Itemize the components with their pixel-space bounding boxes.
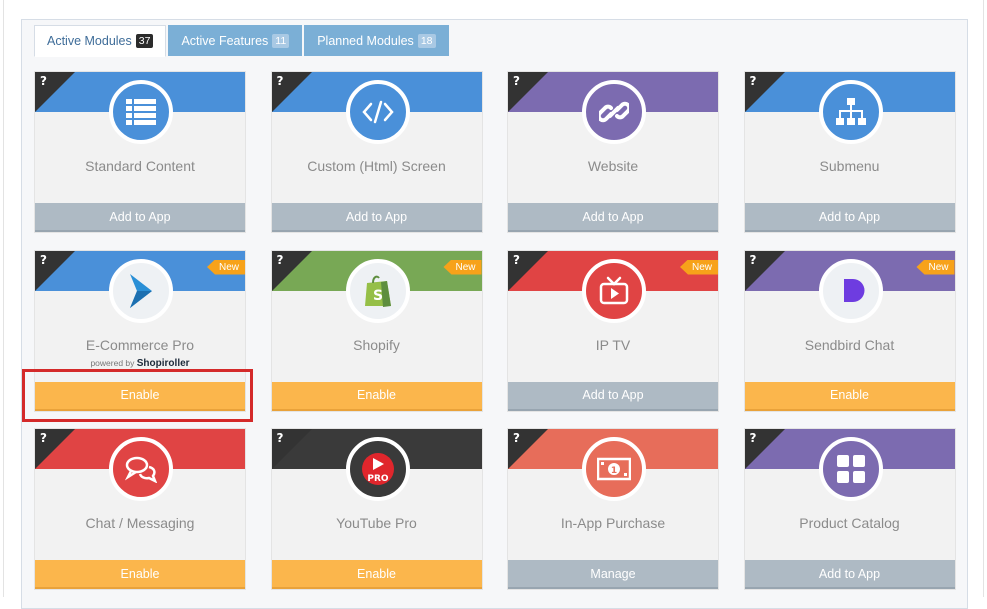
module-title: Custom (Html) Screen: [307, 158, 446, 174]
link-icon: [599, 97, 629, 127]
highlight-box: [22, 369, 253, 422]
help-icon[interactable]: ?: [277, 74, 284, 88]
standard-content-action-button[interactable]: Add to App: [35, 203, 245, 232]
module-icon-circle: PRO: [345, 437, 410, 501]
module-tabs: Active Modules 37 Active Features 11 Pla…: [34, 25, 449, 57]
module-card: ? Submenu Add to App: [743, 71, 956, 233]
module-title: Website: [587, 158, 639, 174]
shopify-action-button[interactable]: Enable: [271, 381, 482, 411]
module-title: YouTube Pro: [336, 515, 417, 531]
svg-text:PRO: PRO: [367, 474, 389, 484]
tab-label: Active Features: [181, 34, 269, 48]
module-card: ? Standard Content Add to App: [34, 71, 246, 233]
in-app-purchase-action-button[interactable]: Manage: [508, 560, 718, 589]
tab-count-badge: 11: [272, 34, 290, 48]
help-icon[interactable]: ?: [513, 74, 520, 88]
module-card: ? PRO YouTube Pro Enable: [270, 428, 483, 590]
code-icon: [361, 100, 394, 124]
list-icon: [126, 99, 156, 125]
module-card: ? Website Add to App: [507, 71, 719, 233]
new-badge: New: [443, 259, 482, 275]
new-badge: New: [206, 259, 245, 275]
grid-icon: [836, 454, 866, 484]
module-card: ? Product Catalog Add to App: [743, 428, 956, 590]
module-title: Shopify: [353, 336, 400, 353]
module-icon-circle: [109, 80, 173, 144]
module-icon-circle: [345, 80, 410, 144]
module-title: In-App Purchase: [560, 515, 666, 531]
module-card: ? New S Shopify Enable: [270, 249, 483, 412]
youtube-pro-action-button[interactable]: Enable: [271, 560, 482, 589]
svg-text:1: 1: [611, 466, 617, 476]
module-icon-circle: [818, 80, 883, 144]
help-icon[interactable]: ?: [750, 74, 757, 88]
module-icon-circle: [818, 258, 883, 323]
powered-by-brand: Shopiroller: [136, 357, 190, 369]
sendbird-chat-action-button[interactable]: Enable: [744, 381, 955, 411]
help-icon[interactable]: ?: [40, 431, 47, 445]
product-catalog-action-button[interactable]: Add to App: [744, 560, 955, 589]
module-card: ? New Sendbird Chat Enable: [743, 249, 956, 412]
module-icon-circle: 1: [582, 437, 646, 501]
tab-active-features[interactable]: Active Features 11: [168, 25, 303, 56]
tab-count-badge: 18: [417, 34, 436, 48]
module-title: Submenu: [819, 158, 880, 174]
help-icon[interactable]: ?: [513, 253, 520, 267]
powered-by: powered by Shopiroller: [35, 358, 245, 369]
module-title: E-Commerce Pro: [85, 336, 195, 353]
website-action-button[interactable]: Add to App: [508, 203, 718, 232]
shopiroller-logo-icon: [128, 273, 154, 308]
module-title: Sendbird Chat: [804, 336, 895, 353]
help-icon[interactable]: ?: [750, 253, 757, 267]
new-badge: New: [679, 259, 718, 275]
help-icon[interactable]: ?: [513, 431, 520, 445]
sitemap-icon: [835, 98, 867, 126]
ip-tv-action-button[interactable]: Add to App: [508, 381, 718, 411]
module-title: IP TV: [595, 336, 631, 353]
help-icon[interactable]: ?: [277, 431, 284, 445]
tab-active-modules[interactable]: Active Modules 37: [34, 25, 167, 57]
module-icon-circle: [582, 80, 646, 144]
powered-by-prefix: powered by: [90, 357, 135, 368]
module-card: ? New IP TV Add to App: [507, 249, 719, 412]
money-icon: 1: [597, 457, 631, 481]
sendbird-logo-icon: [836, 276, 866, 306]
module-icon-circle: [109, 258, 173, 323]
tab-label: Planned Modules: [317, 34, 414, 48]
chat-bubbles-icon: [125, 455, 157, 483]
chat-messaging-action-button[interactable]: Enable: [35, 560, 245, 589]
help-icon[interactable]: ?: [277, 253, 284, 267]
youtube-pro-icon: PRO: [361, 452, 395, 486]
module-icon-circle: [109, 437, 173, 501]
help-icon[interactable]: ?: [40, 74, 47, 88]
help-icon[interactable]: ?: [750, 431, 757, 445]
module-icon-circle: [582, 258, 646, 323]
module-card: ? Chat / Messaging Enable: [34, 428, 246, 590]
module-icon-circle: S: [345, 258, 410, 323]
tv-icon: [599, 276, 629, 306]
module-card: ? Custom (Html) Screen Add to App: [270, 71, 483, 233]
tab-planned-modules[interactable]: Planned Modules 18: [304, 25, 449, 56]
submenu-action-button[interactable]: Add to App: [744, 203, 955, 232]
custom-html-screen-action-button[interactable]: Add to App: [271, 203, 482, 232]
module-title: Standard Content: [85, 158, 195, 174]
help-icon[interactable]: ?: [40, 253, 47, 267]
module-icon-circle: [818, 437, 883, 501]
module-title: Chat / Messaging: [85, 515, 195, 531]
module-card: ? 1 In-App Purchase Manage: [507, 428, 719, 590]
module-title: Product Catalog: [799, 515, 900, 531]
tab-count-badge: 37: [135, 34, 154, 48]
new-badge: New: [916, 259, 955, 275]
tab-label: Active Modules: [47, 34, 132, 48]
shopify-bag-icon: S: [363, 274, 393, 308]
svg-text:S: S: [372, 288, 382, 304]
